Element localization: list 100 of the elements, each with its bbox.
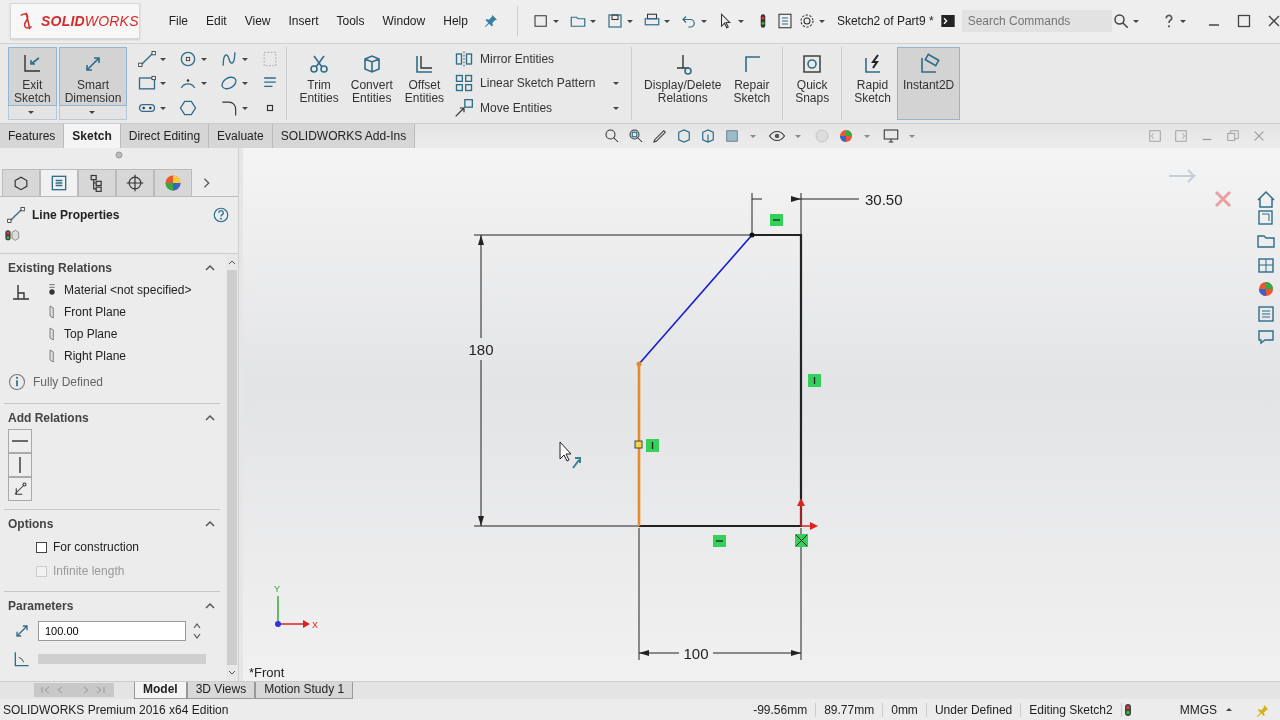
convert-button[interactable]: Convert Entities <box>344 46 399 120</box>
manager-tab[interactable] <box>78 169 116 197</box>
search-icon[interactable] <box>1111 12 1130 31</box>
graphics-area[interactable]: 30.50 180 100 Y X *Front <box>243 148 1280 682</box>
command-tab[interactable]: Sketch <box>64 123 121 149</box>
house-icon[interactable] <box>1257 191 1275 208</box>
dimension-button[interactable]: Smart Dimension <box>58 46 128 106</box>
grid-icon[interactable] <box>1258 258 1274 273</box>
fixed-relation-icon <box>795 534 808 548</box>
relations-button[interactable]: Display/Delete Relations <box>638 46 728 120</box>
midpoint-icon[interactable] <box>634 440 643 449</box>
checkbox[interactable] <box>36 541 47 553</box>
monitor-icon[interactable] <box>882 126 901 145</box>
manager-tab[interactable] <box>2 169 40 197</box>
status-readout: Under Defined <box>926 703 1022 718</box>
trim-button[interactable]: Trim Entities <box>293 46 345 120</box>
scrollbar[interactable] <box>226 254 238 682</box>
caret-icon[interactable] <box>699 17 708 26</box>
save-icon[interactable] <box>605 12 624 31</box>
offset-button[interactable]: Offset Entities <box>398 46 451 120</box>
chat-icon[interactable] <box>1258 330 1274 345</box>
caret-icon[interactable] <box>200 79 209 88</box>
info-icon <box>7 372 27 393</box>
command-tab[interactable]: Features <box>0 123 65 149</box>
vertical-relation-button[interactable] <box>8 453 32 478</box>
caret-icon[interactable] <box>662 17 671 26</box>
caret-icon[interactable] <box>551 17 560 26</box>
tile-right-icon[interactable] <box>1174 128 1188 143</box>
mirror-button[interactable]: Mirror Entities <box>480 51 605 66</box>
grid-icon <box>454 73 475 94</box>
caret-icon[interactable] <box>612 79 621 88</box>
axis-triad-icon <box>275 595 310 629</box>
sketch-point[interactable] <box>636 361 642 367</box>
relation-item[interactable]: Top Plane <box>64 327 118 342</box>
horizontal-relation-button[interactable] <box>8 429 32 454</box>
menu-item[interactable]: Window <box>373 10 435 33</box>
folder-icon[interactable] <box>1257 235 1275 248</box>
manager-tab[interactable] <box>154 169 192 197</box>
cursor-icon <box>559 441 581 470</box>
caret-icon[interactable] <box>1131 17 1140 26</box>
command-tab[interactable]: SOLIDWORKS Add-Ins <box>272 123 416 149</box>
parts-icon[interactable] <box>1258 210 1273 225</box>
document-title: Sketch2 of Part9 * <box>836 14 934 29</box>
pin-icon[interactable] <box>482 13 499 30</box>
list-icon[interactable] <box>1258 306 1274 322</box>
tile-left-icon[interactable] <box>1148 128 1162 143</box>
fix-relation-button[interactable] <box>8 477 32 502</box>
menu-item[interactable]: Tools <box>327 10 374 33</box>
caret-icon[interactable] <box>817 17 826 26</box>
model-tab[interactable]: Model <box>134 682 187 699</box>
grip-icon[interactable] <box>115 151 123 160</box>
horizontal-line-icon <box>12 440 28 443</box>
dimension-value[interactable]: 180 <box>468 341 494 359</box>
caret-icon[interactable] <box>588 17 597 26</box>
help-icon[interactable] <box>212 206 230 225</box>
line-icon[interactable] <box>137 48 158 69</box>
command-tab[interactable]: Evaluate <box>209 123 273 149</box>
axis-label: Y <box>274 584 280 595</box>
model-tab[interactable]: Motion Study 1 <box>255 682 354 699</box>
pattern-button[interactable]: Linear Sketch Pattern <box>480 76 605 91</box>
traffic-light-icon <box>4 227 20 244</box>
caret-icon[interactable] <box>736 17 745 26</box>
instant-button[interactable]: Instant2D <box>896 46 961 120</box>
menu-item[interactable]: Help <box>434 10 477 33</box>
caret-icon[interactable] <box>241 79 250 88</box>
move-button[interactable]: Move Entities <box>480 100 605 115</box>
menu-item[interactable]: Edit <box>197 10 236 33</box>
menu-item[interactable]: View <box>235 10 280 33</box>
manager-tab[interactable] <box>40 169 78 197</box>
relation-item[interactable]: Material <not specified> <box>64 283 192 298</box>
exit-button[interactable]: Exit Sketch <box>8 46 57 106</box>
color-ball-icon[interactable] <box>1259 282 1273 297</box>
axis-label: X <box>312 620 318 631</box>
model-tab[interactable]: 3D Views <box>186 682 256 699</box>
length-field[interactable]: 100.00 <box>38 621 186 642</box>
relation-item[interactable]: Right Plane <box>64 349 127 364</box>
dimension-value[interactable]: 100 <box>683 645 709 663</box>
relation-item[interactable]: Front Plane <box>64 305 127 320</box>
rapid-button[interactable]: Rapid Sketch <box>848 46 897 120</box>
search-field[interactable]: Search Commands <box>961 10 1112 33</box>
section-title: Existing Relations <box>8 261 113 276</box>
dimension-value[interactable]: 30.50 <box>865 191 903 209</box>
horizontal-relation-icon <box>713 535 726 548</box>
maximize-icon[interactable] <box>1235 13 1252 30</box>
caret-icon[interactable] <box>625 17 634 26</box>
status-readout: -99.56mm <box>745 703 817 718</box>
units-button[interactable]: MMGS <box>1173 703 1223 718</box>
menu-item[interactable]: Insert <box>279 10 328 33</box>
caret-icon[interactable] <box>1178 17 1187 26</box>
origin-icon <box>797 498 818 531</box>
caret-icon[interactable] <box>159 79 168 88</box>
menu-item[interactable]: File <box>159 10 197 33</box>
section-title: Options <box>8 517 54 532</box>
list-icon[interactable] <box>775 12 794 31</box>
manager-tab[interactable] <box>116 169 154 197</box>
snaps-button[interactable]: Quick Snaps <box>789 46 836 120</box>
sketch-point[interactable] <box>749 232 755 238</box>
line-icon <box>6 205 26 226</box>
repair-button[interactable]: Repair Sketch <box>727 46 777 120</box>
sketch-outline[interactable] <box>639 233 803 528</box>
